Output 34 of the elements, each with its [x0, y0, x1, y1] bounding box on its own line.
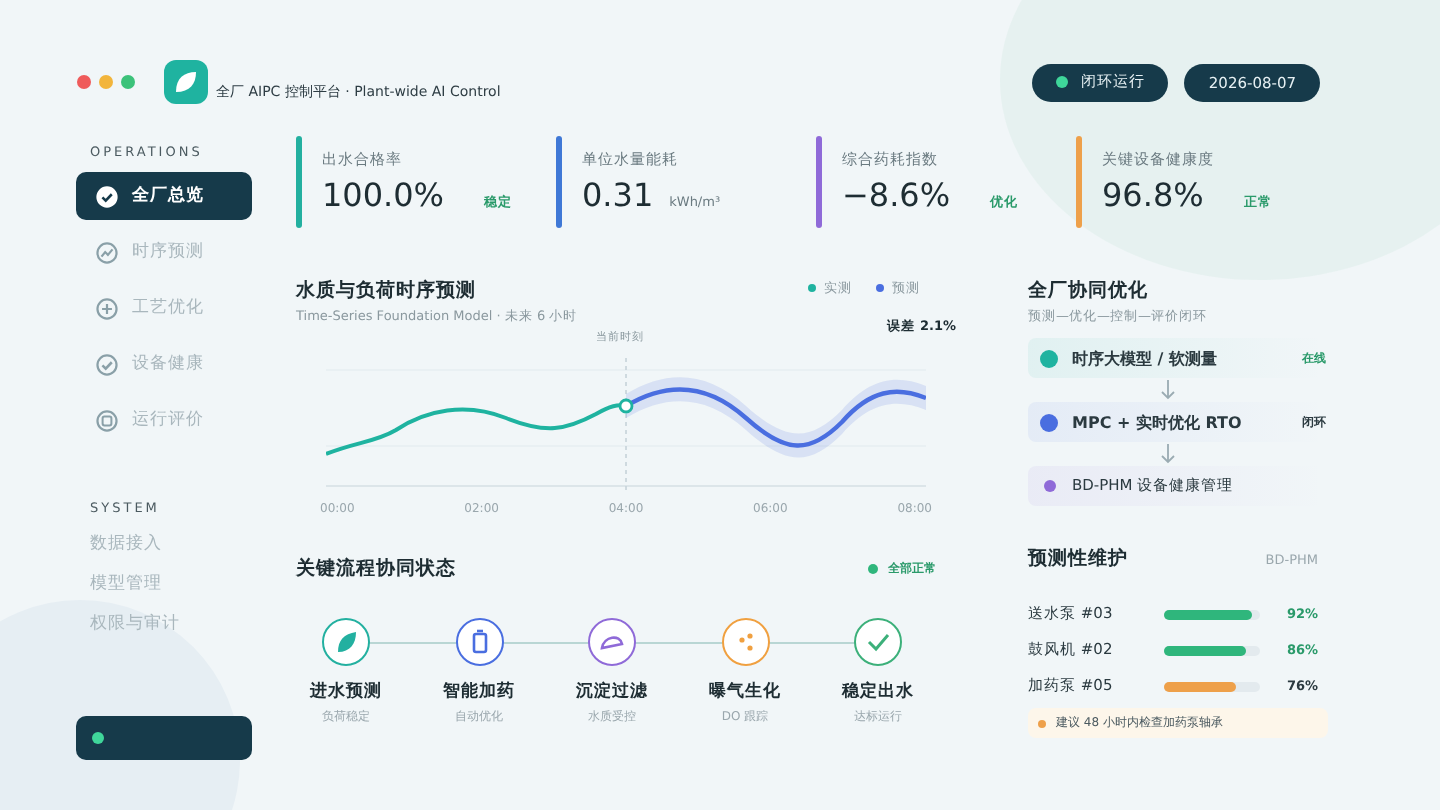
step-name: 进水预测: [310, 680, 382, 704]
nav-item[interactable]: 运行评价: [76, 396, 252, 444]
nav-item[interactable]: 时序预测: [76, 228, 252, 276]
down-arrow-icon: [1160, 444, 1176, 464]
nav-item[interactable]: 数据接入: [76, 528, 252, 560]
kpi-value: 96.8%: [1102, 176, 1204, 214]
step-name: 稳定出水: [842, 680, 914, 704]
leaf-logo-icon: [164, 60, 208, 104]
nav-item[interactable]: 工艺优化: [76, 284, 252, 332]
layer-label: MPC + 实时优化 RTO: [1072, 411, 1242, 433]
nav-item[interactable]: 设备健康: [76, 340, 252, 388]
step-name: 智能加药: [443, 680, 515, 704]
status-dot: [868, 564, 878, 574]
window-controls-icon: [76, 74, 136, 90]
chart-title: 水质与负荷时序预测: [296, 278, 478, 304]
nav-item[interactable]: 权限与审计: [76, 608, 252, 640]
check-circle-icon: [96, 185, 118, 207]
down-arrow-icon: [1160, 380, 1176, 400]
plus-circle-icon: [96, 297, 118, 319]
kpi-value: −8.6%: [842, 176, 951, 214]
panel-title: 预测性维护: [1028, 546, 1128, 572]
flow-title: 关键流程协同状态: [296, 556, 456, 582]
nav-item[interactable]: 模型管理: [76, 568, 252, 600]
kpi-value: 100.0%: [322, 176, 445, 214]
nav-item[interactable]: 全厂总览: [76, 172, 252, 220]
kpi-value: 0.31: [582, 176, 654, 214]
step-name: 沉淀过滤: [576, 680, 648, 704]
step-name: 曝气生化: [709, 680, 781, 704]
alert-dot: [1038, 719, 1046, 727]
square-circle-icon: [96, 409, 118, 431]
panel-title: 全厂协同优化: [1028, 278, 1150, 304]
check-circle-icon: [96, 353, 118, 375]
trend-circle-icon: [96, 241, 118, 263]
layer-label: 时序大模型 / 软测量: [1072, 347, 1217, 369]
